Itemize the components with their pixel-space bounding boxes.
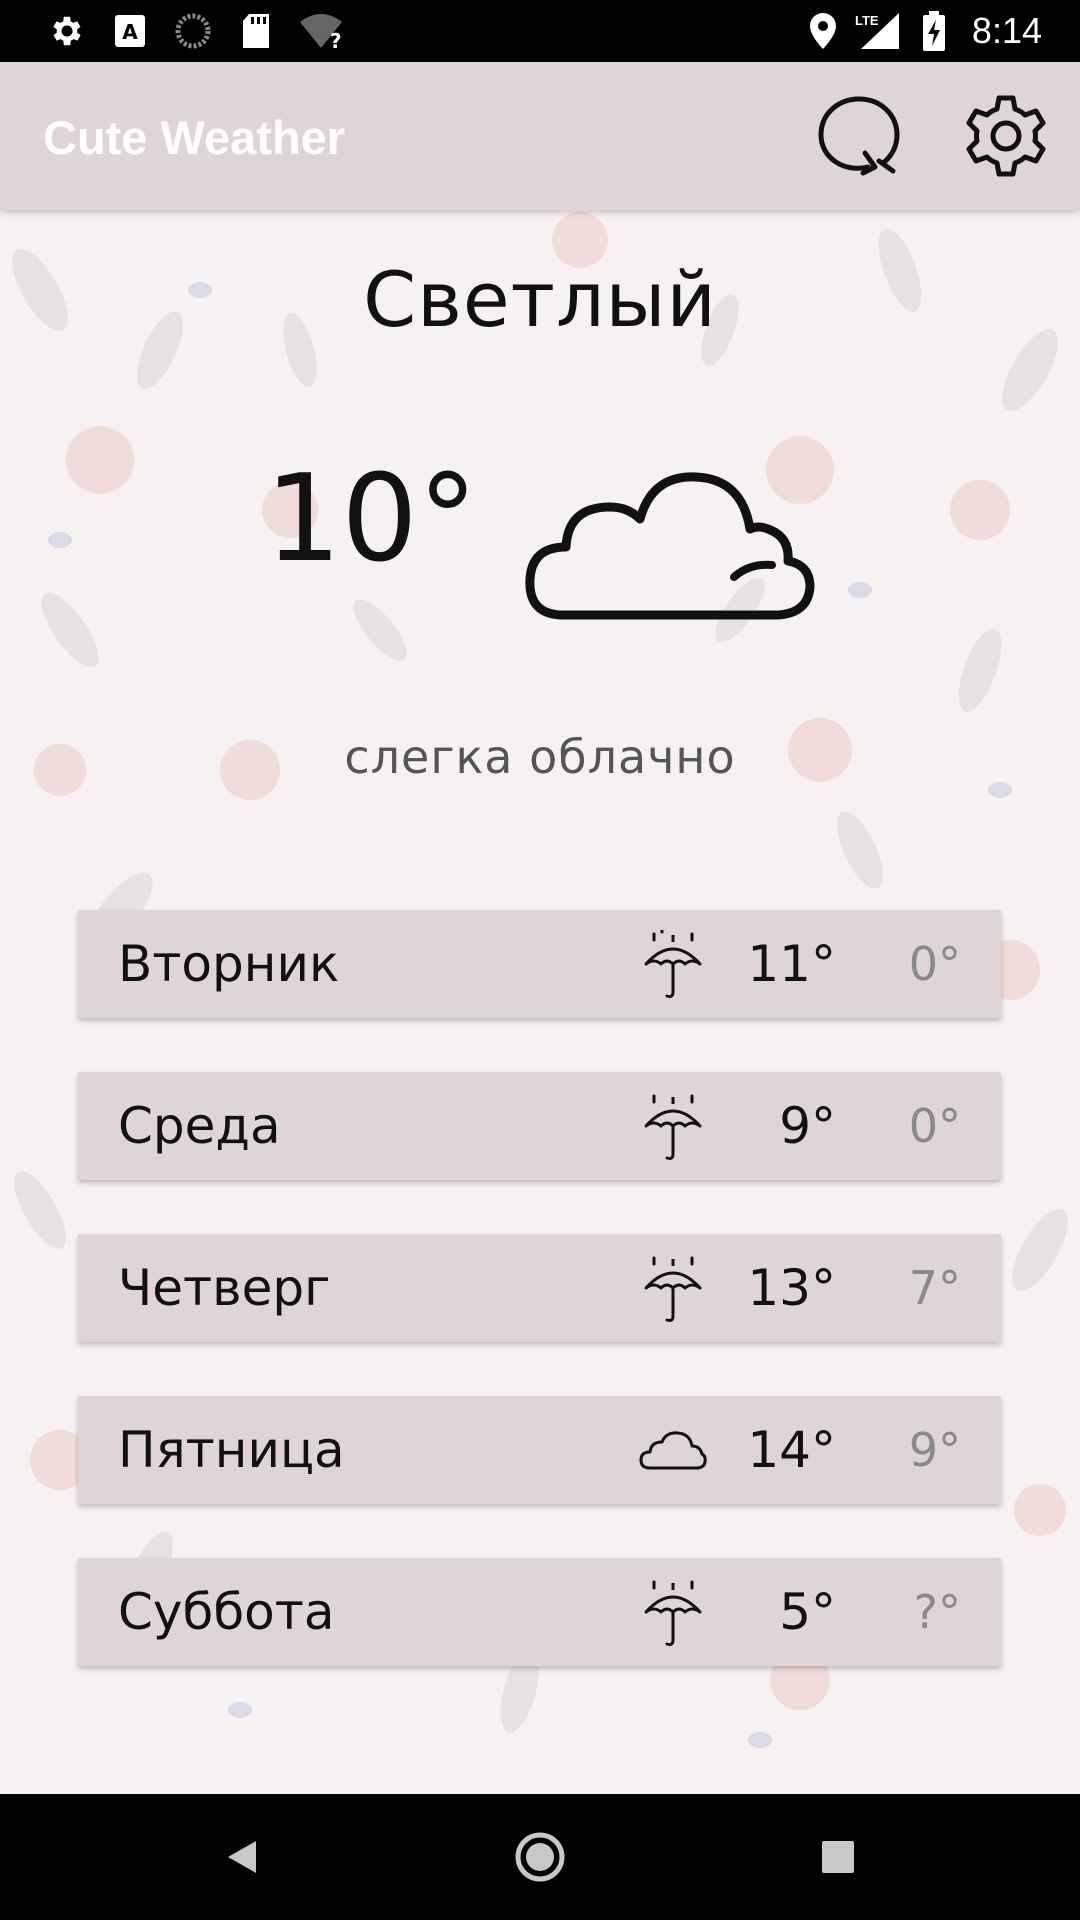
- settings-icon: [46, 10, 88, 52]
- back-icon: [224, 1837, 260, 1877]
- signal-icon: LTE: [852, 10, 902, 52]
- forecast-day: Суббота: [118, 1583, 335, 1641]
- forecast-row-tuesday[interactable]: Вторник 11° 0°: [78, 910, 1001, 1018]
- cloud-icon: [520, 445, 820, 639]
- forecast-low: 7°: [908, 1261, 961, 1315]
- city-name: Светлый: [363, 255, 717, 344]
- forecast-low: ?°: [913, 1585, 961, 1639]
- refresh-button[interactable]: [812, 90, 904, 182]
- location-icon: [806, 10, 840, 52]
- sync-circle-icon: [172, 10, 214, 52]
- forecast-row-thursday[interactable]: Четверг 13° 7°: [78, 1234, 1001, 1342]
- recents-button[interactable]: [798, 1822, 878, 1892]
- forecast-high: 13°: [747, 1259, 836, 1317]
- forecast-high: 5°: [779, 1583, 836, 1641]
- home-button[interactable]: [500, 1822, 580, 1892]
- forecast-day: Пятница: [118, 1421, 345, 1479]
- font-a-icon: A: [112, 10, 148, 52]
- forecast-low: 9°: [908, 1423, 961, 1477]
- app-title: Cute Weather: [43, 111, 346, 164]
- gear-icon: [963, 93, 1049, 179]
- forecast-high: 11°: [747, 935, 836, 993]
- wifi-unknown-icon: ?: [296, 10, 346, 52]
- umbrella-icon: [638, 1092, 708, 1162]
- forecast-day: Четверг: [118, 1259, 331, 1317]
- network-type-label: LTE: [855, 13, 879, 28]
- umbrella-icon: [638, 930, 708, 1000]
- current-temperature: 10°: [265, 450, 478, 589]
- forecast-high: 14°: [747, 1421, 836, 1479]
- umbrella-icon: [638, 1578, 708, 1648]
- forecast-row-saturday[interactable]: Суббота 5° ?°: [78, 1558, 1001, 1666]
- forecast-low: 0°: [908, 937, 961, 991]
- condition-text: слегка облачно: [344, 730, 736, 784]
- back-button[interactable]: [202, 1822, 282, 1892]
- forecast-day: Среда: [118, 1097, 281, 1155]
- settings-button[interactable]: [960, 90, 1052, 182]
- navigation-bar: [0, 1794, 1080, 1920]
- forecast-day: Вторник: [118, 935, 340, 993]
- refresh-icon: [813, 91, 903, 181]
- battery-charging-icon: [920, 10, 948, 52]
- home-icon: [513, 1830, 567, 1884]
- forecast-high: 9°: [779, 1097, 836, 1155]
- svg-text:?: ?: [330, 29, 342, 50]
- svg-text:A: A: [122, 20, 138, 44]
- app-bar: Cute Weather: [0, 62, 1080, 210]
- weather-content: Светлый 10° слегка облачно Вторник 11° 0…: [0, 210, 1080, 1794]
- recents-icon: [820, 1839, 856, 1875]
- cloud-icon: [638, 1416, 708, 1486]
- sd-card-icon: [238, 10, 274, 52]
- status-bar: A ? LTE 8:14: [0, 0, 1080, 62]
- forecast-row-wednesday[interactable]: Среда 9° 0°: [78, 1072, 1001, 1180]
- umbrella-icon: [638, 1254, 708, 1324]
- forecast-row-friday[interactable]: Пятница 14° 9°: [78, 1396, 1001, 1504]
- screen: A ? LTE 8:14 Cute Weather Светлый 10° сл…: [0, 0, 1080, 1920]
- status-time: 8:14: [971, 10, 1042, 51]
- forecast-low: 0°: [908, 1099, 961, 1153]
